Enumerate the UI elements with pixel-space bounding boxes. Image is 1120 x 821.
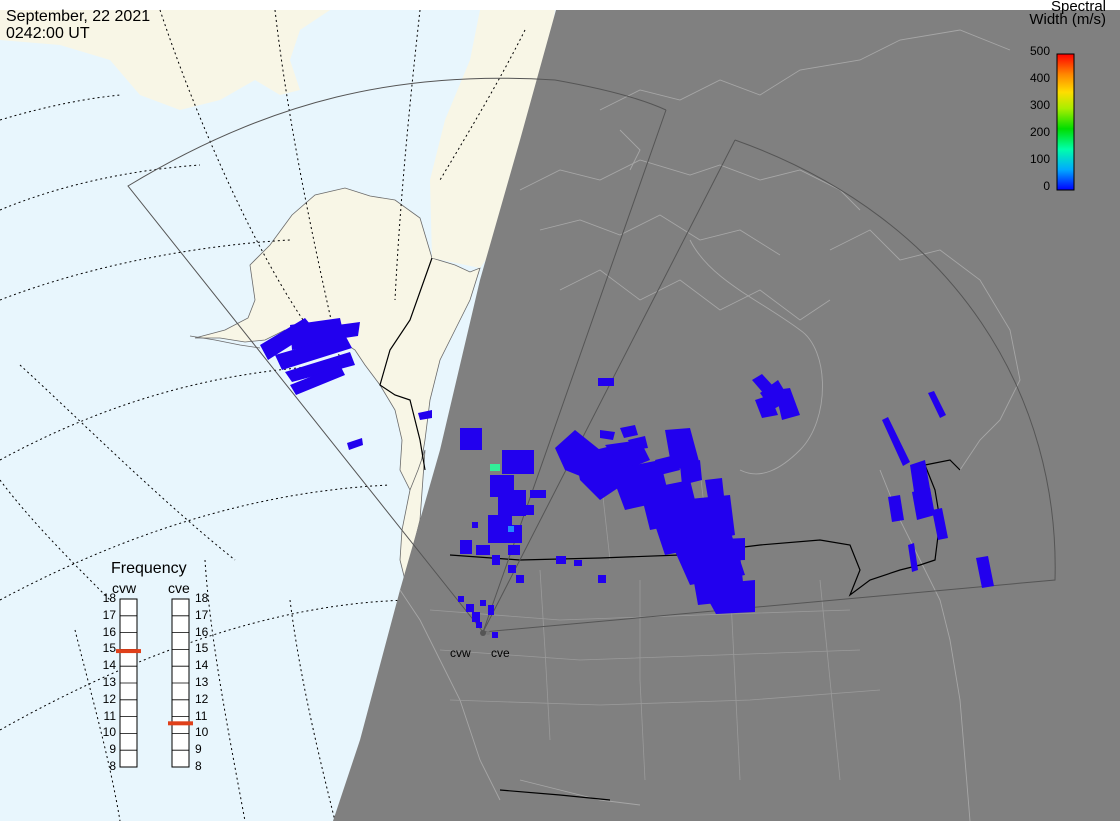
frequency-tick-cvw: 14 (102, 658, 116, 673)
medium-width-cell (508, 526, 514, 532)
frequency-tick-cvw: 10 (102, 725, 116, 740)
frequency-tick-cvw: 18 (102, 591, 116, 605)
frequency-marker-cvw (116, 649, 141, 654)
frequency-tick-cve: 16 (195, 624, 209, 639)
frequency-tick-cve: 8 (195, 759, 202, 773)
frequency-tick-cvw: 12 (102, 691, 116, 706)
site-label-cvw: cvw (450, 646, 471, 660)
frequency-tick-cvw: 8 (109, 759, 116, 773)
radar-map-figure: September, 22 2021 0242:00 UT Spectral W… (0, 0, 1120, 821)
colorbar-tick-label: 0 (1043, 179, 1050, 193)
colorbar-tick-label: 100 (1029, 152, 1050, 166)
site-marker-cve (486, 631, 490, 635)
frequency-tick-cve: 14 (195, 658, 209, 673)
frequency-marker-cve (168, 721, 193, 726)
frequency-tick-cvw: 11 (103, 708, 116, 723)
map-time: 0242:00 UT (6, 25, 90, 42)
frequency-tick-cve: 13 (195, 675, 209, 689)
frequency-tick-cve: 17 (195, 607, 209, 622)
colorbar-gradient (1056, 53, 1075, 191)
frequency-tick-cve: 12 (195, 691, 209, 706)
colorbar-title-line2: Width (m/s) (1029, 11, 1106, 28)
map-canvas (0, 0, 1120, 821)
high-width-cell (490, 464, 500, 471)
map-date: September, 22 2021 (6, 8, 151, 25)
frequency-tick-cvw: 9 (109, 742, 116, 757)
frequency-title: Frequency (111, 560, 187, 577)
frequency-tick-cvw: 13 (102, 675, 116, 689)
frequency-tick-cve: 10 (195, 725, 209, 740)
top-margin (0, 0, 1120, 10)
frequency-tick-cve: 11 (195, 708, 208, 723)
frequency-tick-cvw: 16 (102, 624, 116, 639)
frequency-radar-label-cve: cve (168, 580, 190, 596)
frequency-tick-cve: 9 (195, 742, 202, 757)
frequency-tick-cvw: 17 (102, 607, 116, 622)
colorbar-tick-label: 300 (1029, 98, 1050, 112)
frequency-tick-cvw: 15 (102, 641, 116, 656)
frequency-tick-cve: 15 (195, 641, 209, 656)
colorbar-tick-label: 500 (1029, 44, 1050, 58)
site-marker-cvw (480, 630, 486, 636)
frequency-tick-cve: 18 (195, 591, 209, 605)
colorbar-tick-label: 200 (1029, 125, 1050, 139)
colorbar-tick-label: 400 (1029, 71, 1050, 85)
site-label-cve: cve (491, 646, 510, 660)
